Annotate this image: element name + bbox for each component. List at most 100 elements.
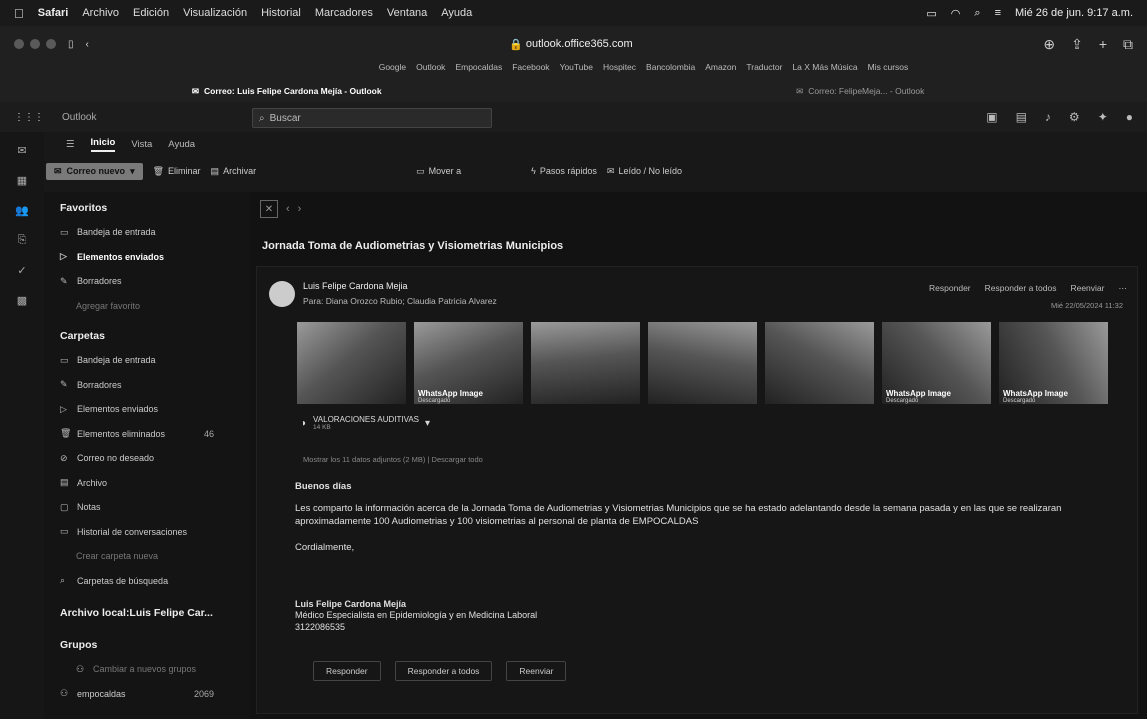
image-thumbnail[interactable]: WhatsApp Image Descargado (882, 322, 991, 404)
show-all-attachments-link[interactable]: Mostrar los 11 datos adjuntos (2 MB) (303, 455, 425, 464)
search-input[interactable]: Buscar (270, 113, 301, 124)
chevron-right-icon[interactable]: › (298, 203, 302, 215)
forward-button[interactable]: Reenviar (1070, 283, 1104, 294)
window-controls[interactable] (14, 39, 56, 49)
fav-outlook[interactable]: Outlook (416, 62, 445, 80)
spotlight-icon[interactable]: ⌕ (974, 7, 980, 20)
read-unread-button[interactable]: ✉ Leído / No leído (607, 166, 682, 177)
folders-item[interactable]: ▷ Elementos enviados (60, 397, 250, 422)
archive-button[interactable]: ▤ Archivar (211, 166, 257, 177)
move-button[interactable]: ▭ Mover a (416, 166, 461, 177)
more-icon[interactable]: ⋯ (1119, 283, 1128, 294)
people-icon[interactable]: 👥 (15, 204, 29, 217)
reply-all-bottom-button[interactable]: Responder a todos (394, 661, 493, 681)
image-thumbnail[interactable] (297, 322, 406, 404)
image-thumbnail[interactable]: WhatsApp Image Descargado (999, 322, 1108, 404)
quick-steps-button[interactable]: ϟ Pasos rápidos (531, 166, 597, 176)
favorites-item[interactable]: ✎ Borradores (60, 269, 250, 294)
folders-item[interactable]: ▢ Notas (60, 495, 250, 520)
menu-edicion[interactable]: Edición (133, 7, 169, 19)
fav-google[interactable]: Google (379, 62, 406, 80)
menu-clock[interactable]: Mié 26 de jun. 9:17 a.m. (1015, 7, 1133, 19)
menu-archivo[interactable]: Archivo (82, 7, 119, 19)
recipients[interactable]: Diana Orozco Rubio; Claudia Patricia Alv… (326, 296, 497, 306)
sender-name[interactable]: Luis Felipe Cardona Mejia (303, 281, 497, 291)
groups-item[interactable]: ⚇ Cambiar a nuevos grupos (60, 657, 250, 682)
folders-item[interactable]: 🗑 Elementos eliminados 46 (60, 422, 250, 447)
tabs-overview-icon[interactable]: ⧉ (1123, 36, 1133, 53)
new-tab-icon[interactable]: + (1099, 36, 1107, 53)
groups-item[interactable]: ⚇ empocaldas 2069 (60, 682, 250, 707)
attach-icon[interactable]: ⎘ (18, 234, 27, 247)
favorites-section[interactable]: Favoritos (60, 202, 250, 214)
menu-visualizacion[interactable]: Visualización (183, 7, 247, 19)
menu-marcadores[interactable]: Marcadores (315, 7, 373, 19)
app-launcher-icon[interactable]: ⋮⋮⋮ (14, 112, 44, 123)
tab-outlook-active[interactable]: ✉ Correo: Luis Felipe Cardona Mejía - Ou… (0, 80, 574, 102)
search-box[interactable]: ⌕ Buscar (252, 108, 492, 128)
image-thumbnail[interactable]: WhatsApp Image Descargado (414, 322, 523, 404)
favorites-item[interactable]: Agregar favorito (60, 294, 250, 319)
forward-bottom-button[interactable]: Reenviar (506, 661, 567, 681)
menu-ventana[interactable]: Ventana (387, 7, 427, 19)
folders-item[interactable]: ▭ Bandeja de entrada (60, 348, 250, 373)
calendar-icon[interactable]: ▦ (17, 174, 27, 187)
local-archive-section[interactable]: Archivo local:Luis Felipe Car... (60, 607, 250, 619)
apple-icon[interactable]:  (14, 6, 24, 21)
tab-inicio[interactable]: Inicio (90, 137, 116, 152)
groups-section[interactable]: Grupos (60, 639, 250, 651)
chevron-down-icon[interactable]: ▾ (130, 166, 135, 177)
tab-ayuda[interactable]: Ayuda (168, 139, 195, 150)
fav-youtube[interactable]: YouTube (560, 62, 593, 80)
reply-all-button[interactable]: Responder a todos (985, 283, 1057, 294)
folders-item[interactable]: Crear carpeta nueva (60, 544, 250, 569)
image-thumbnail[interactable] (648, 322, 757, 404)
favorites-item[interactable]: ▷ Elementos enviados (60, 245, 250, 270)
fav-empocaldas[interactable]: Empocaldas (455, 62, 502, 80)
folders-item[interactable]: ⊘ Correo no deseado (60, 446, 250, 471)
todo-icon[interactable]: ✓ (17, 264, 26, 277)
hamburger-icon[interactable]: ☰ (66, 139, 75, 150)
new-mail-button[interactable]: ✉ Correo nuevo ▾ (46, 162, 143, 180)
fav-bancolombia[interactable]: Bancolombia (646, 62, 695, 80)
folders-item[interactable]: ✎ Borradores (60, 373, 250, 398)
image-thumbnail[interactable] (531, 322, 640, 404)
fav-musica[interactable]: La X Más Música (792, 62, 857, 80)
sidebar-toggle-icon[interactable]: ▯ (68, 39, 74, 50)
fav-cursos[interactable]: Mis cursos (868, 62, 909, 80)
chevron-down-icon[interactable]: ▾ (425, 418, 430, 429)
folders-item[interactable]: ⌕ Carpetas de búsqueda (60, 569, 250, 594)
fav-hospitec[interactable]: Hospitec (603, 62, 636, 80)
tab-outlook-other[interactable]: ✉ Correo: FelipeMeja... - Outlook (574, 80, 1147, 102)
chevron-left-icon[interactable]: ‹ (286, 203, 290, 215)
back-icon[interactable]: ‹ (86, 39, 89, 50)
share-icon[interactable]: ⇪ (1071, 36, 1083, 53)
notes-icon[interactable]: ▤ (1016, 110, 1027, 124)
favorites-item[interactable]: ▭ Bandeja de entrada (60, 220, 250, 245)
fav-amazon[interactable]: Amazon (705, 62, 736, 80)
gear-icon[interactable]: ⚙ (1069, 110, 1080, 124)
outlook-brand[interactable]: Outlook (62, 112, 96, 123)
folders-item[interactable]: ▭ Historial de conversaciones (60, 520, 250, 545)
image-thumbnail[interactable] (765, 322, 874, 404)
reply-bottom-button[interactable]: Responder (313, 661, 381, 681)
folders-section[interactable]: Carpetas (60, 330, 250, 342)
menu-historial[interactable]: Historial (261, 7, 301, 19)
menu-ayuda[interactable]: Ayuda (441, 7, 472, 19)
attachment-file[interactable]: ◗ VALORACIONES AUDITIVAS 14 KB ▾ (301, 415, 430, 431)
address-bar[interactable]: 🔒 outlook.office365.com (391, 34, 751, 54)
apps-icon[interactable]: ▩ (17, 294, 27, 307)
control-center-icon[interactable]: ≡ (995, 7, 1001, 19)
download-all-link[interactable]: Descargar todo (432, 455, 483, 464)
bell-icon[interactable]: ♪ (1045, 110, 1051, 124)
folders-item[interactable]: ▤ Archivo (60, 471, 250, 496)
tab-vista[interactable]: Vista (131, 139, 152, 150)
delete-button[interactable]: 🗑 Eliminar (153, 166, 201, 177)
avatar[interactable]: ● (1126, 110, 1133, 124)
battery-icon[interactable]: ▭ (926, 7, 936, 20)
tips-icon[interactable]: ✦ (1098, 110, 1108, 124)
app-name[interactable]: Safari (38, 7, 69, 19)
wifi-icon[interactable]: ◠ (951, 7, 961, 20)
sender-avatar[interactable] (269, 281, 295, 307)
download-icon[interactable]: ⊕ (1043, 36, 1055, 53)
